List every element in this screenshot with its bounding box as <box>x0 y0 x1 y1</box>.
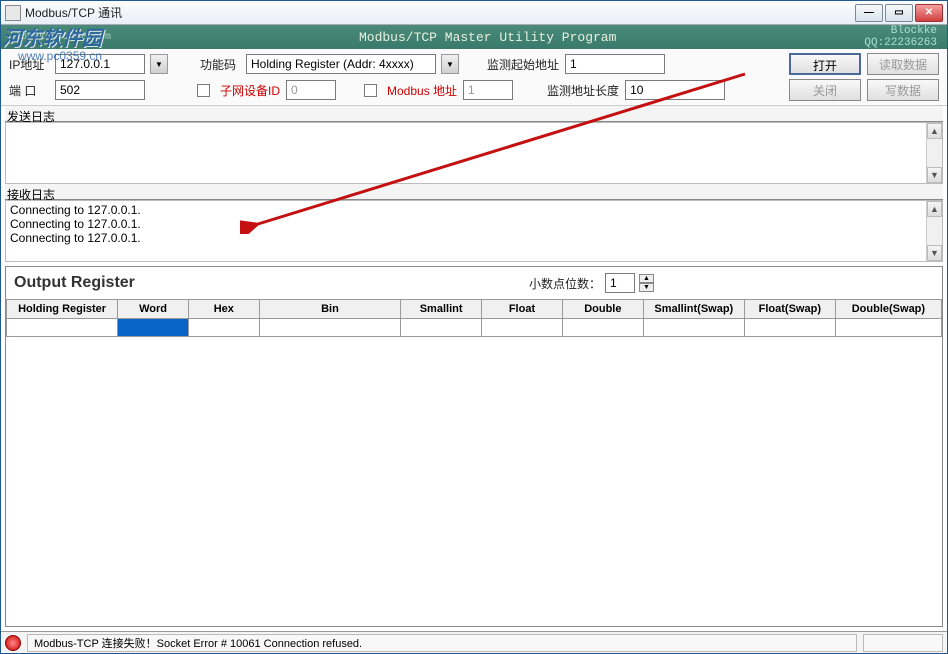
maximize-button[interactable]: ▭ <box>885 4 913 22</box>
decimal-input[interactable] <box>605 273 635 293</box>
col-holding-register[interactable]: Holding Register <box>7 300 118 319</box>
error-icon <box>5 635 21 651</box>
col-bin[interactable]: Bin <box>259 300 401 319</box>
subnet-checkbox[interactable] <box>197 84 210 97</box>
ip-label: IP地址 <box>9 56 49 73</box>
send-log-box[interactable]: ▲▼ <box>5 122 943 184</box>
author-name: Blockke <box>864 25 937 37</box>
table-body-area <box>6 337 942 626</box>
read-button[interactable]: 读取数据 <box>867 53 939 75</box>
table-row[interactable] <box>7 319 942 337</box>
monitor-len-label: 监测地址长度 <box>547 82 619 99</box>
close-button[interactable]: ✕ <box>915 4 943 22</box>
window-title: Modbus/TCP 通讯 <box>25 4 855 21</box>
open-button[interactable]: 打开 <box>789 53 861 75</box>
func-dropdown-icon[interactable]: ▼ <box>441 54 459 74</box>
scroll-up-icon[interactable]: ▲ <box>927 123 942 139</box>
scroll-down-icon[interactable]: ▼ <box>927 245 942 261</box>
status-pane <box>863 634 943 652</box>
ip-dropdown-icon[interactable]: ▼ <box>150 54 168 74</box>
recv-log-box[interactable]: Connecting to 127.0.0.1. Connecting to 1… <box>5 200 943 262</box>
spinner-up-icon[interactable]: ▲ <box>639 274 654 283</box>
recv-log-label: 接收日志 <box>5 184 943 200</box>
spinner-down-icon[interactable]: ▼ <box>639 283 654 292</box>
app-title: Modbus/TCP Master Utility Program <box>111 30 864 45</box>
func-label: 功能码 <box>200 56 240 73</box>
app-icon <box>5 5 21 21</box>
modbus-addr-input[interactable] <box>463 80 513 100</box>
output-panel: Output Register 小数点位数： ▲ ▼ Holding Regis… <box>5 266 943 627</box>
status-text: Modbus-TCP 连接失败！Socket Error # 10061 Con… <box>27 634 857 652</box>
titlebar: Modbus/TCP 通讯 — ▭ ✕ <box>1 1 947 25</box>
col-float-swap[interactable]: Float(Swap) <box>744 300 835 319</box>
config-panel: IP地址 ▼ 功能码 ▼ 监测起始地址 打开 读取数据 端 口 子网设备ID M… <box>1 49 947 106</box>
col-double-swap[interactable]: Double(Swap) <box>835 300 941 319</box>
log-line: Connecting to 127.0.0.1. <box>10 231 938 245</box>
col-double[interactable]: Double <box>562 300 643 319</box>
decimal-label: 小数点位数： <box>529 275 601 292</box>
col-float[interactable]: Float <box>482 300 563 319</box>
ip-input[interactable] <box>55 54 145 74</box>
data-table: Holding Register Word Hex Bin Smallint F… <box>6 299 942 337</box>
subnet-id-input[interactable] <box>286 80 336 100</box>
modbus-addr-label: Modbus 地址 <box>387 82 457 99</box>
col-hex[interactable]: Hex <box>188 300 259 319</box>
monitor-start-label: 监测起始地址 <box>487 56 559 73</box>
func-select[interactable] <box>246 54 436 74</box>
log-line: Connecting to 127.0.0.1. <box>10 217 938 231</box>
col-smallint[interactable]: Smallint <box>401 300 482 319</box>
col-smallint-swap[interactable]: Smallint(Swap) <box>643 300 744 319</box>
close-conn-button[interactable]: 关闭 <box>789 79 861 101</box>
qq-contact: QQ:22236263 <box>864 37 937 49</box>
subnet-id-label: 子网设备ID <box>220 82 280 99</box>
header-subtext: lockke.ys168.com <box>15 32 111 43</box>
statusbar: Modbus-TCP 连接失败！Socket Error # 10061 Con… <box>1 631 947 653</box>
write-button[interactable]: 写数据 <box>867 79 939 101</box>
col-word[interactable]: Word <box>118 300 189 319</box>
header-bar: lockke.ys168.com Modbus/TCP Master Utili… <box>1 25 947 49</box>
minimize-button[interactable]: — <box>855 4 883 22</box>
monitor-start-input[interactable] <box>565 54 665 74</box>
port-label: 端 口 <box>9 82 49 99</box>
log-line: Connecting to 127.0.0.1. <box>10 203 938 217</box>
monitor-len-input[interactable] <box>625 80 725 100</box>
scroll-down-icon[interactable]: ▼ <box>927 167 942 183</box>
output-title: Output Register <box>14 274 529 292</box>
modbus-addr-checkbox[interactable] <box>364 84 377 97</box>
port-input[interactable] <box>55 80 145 100</box>
send-log-label: 发送日志 <box>5 106 943 122</box>
table-header-row: Holding Register Word Hex Bin Smallint F… <box>7 300 942 319</box>
scroll-up-icon[interactable]: ▲ <box>927 201 942 217</box>
